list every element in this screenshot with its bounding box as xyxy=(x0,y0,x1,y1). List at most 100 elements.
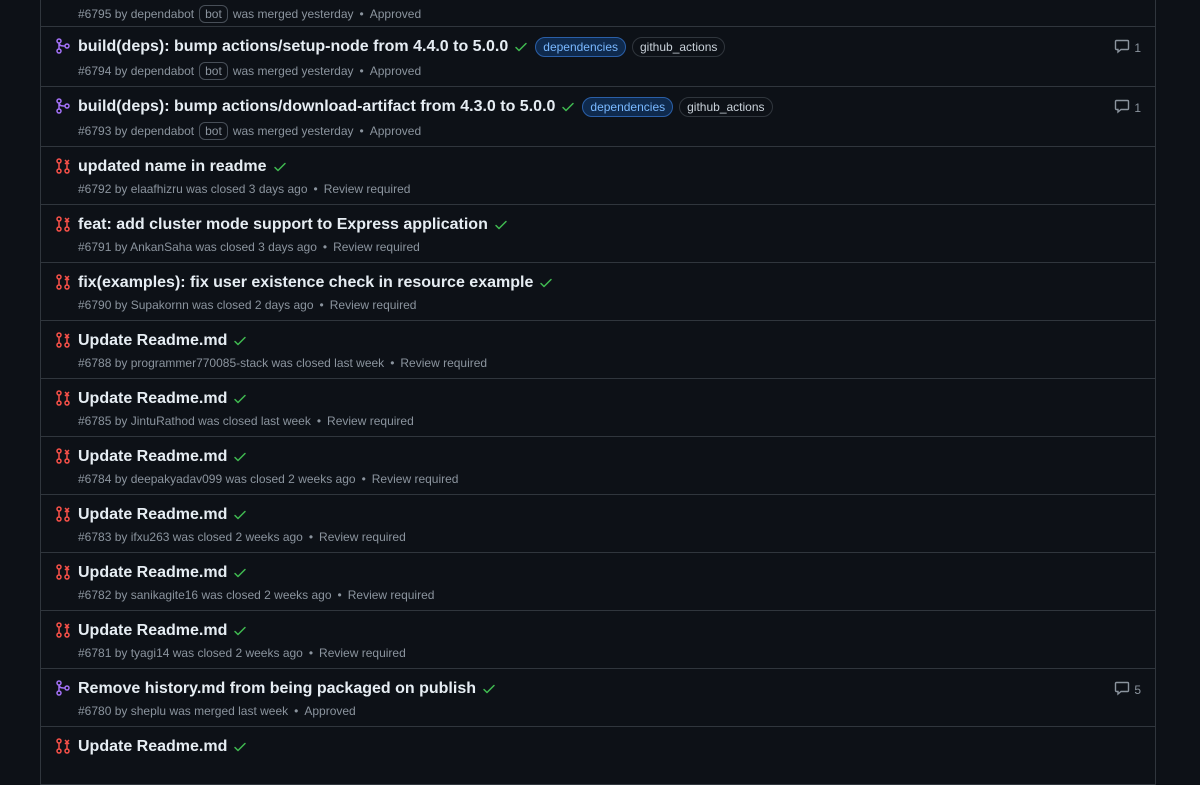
pr-meta: #6781 by tyagi14 was closed 2 weeks ago •… xyxy=(78,646,1139,660)
pr-status: was merged yesterday xyxy=(232,64,354,78)
check-icon[interactable] xyxy=(232,391,248,407)
check-icon[interactable] xyxy=(232,623,248,639)
pr-row[interactable]: Update Readme.md #6781 by tyagi14 was clo… xyxy=(41,611,1155,669)
check-icon[interactable] xyxy=(232,739,248,755)
pr-title[interactable]: feat: add cluster mode support to Expres… xyxy=(78,216,488,234)
check-icon[interactable] xyxy=(560,99,576,115)
review-status[interactable]: Approved xyxy=(370,7,421,21)
label-github-actions[interactable]: github_actions xyxy=(679,97,773,117)
separator-dot: • xyxy=(337,588,342,602)
check-icon[interactable] xyxy=(513,39,529,55)
pr-status: was closed 2 weeks ago xyxy=(172,646,303,660)
pr-author[interactable]: by elaafhizru xyxy=(115,182,183,196)
pr-title[interactable]: Update Readme.md xyxy=(78,506,227,524)
label-dependencies[interactable]: dependencies xyxy=(535,37,626,57)
pr-meta: #6785 by JintuRathod was closed last wee… xyxy=(78,414,1139,428)
pr-row[interactable]: build(deps): bump actions/download-artif… xyxy=(41,87,1155,147)
pr-closed-icon xyxy=(55,332,71,348)
pr-title[interactable]: Update Readme.md xyxy=(78,390,227,408)
pr-title[interactable]: Remove history.md from being packaged on… xyxy=(78,680,476,698)
pr-author[interactable]: by dependabot xyxy=(115,124,194,138)
check-icon[interactable] xyxy=(232,565,248,581)
pr-author[interactable]: by deepakyadav099 xyxy=(115,472,222,486)
review-status[interactable]: Review required xyxy=(324,182,411,196)
review-status[interactable]: Review required xyxy=(372,472,459,486)
comment-count[interactable]: 1 xyxy=(1114,98,1141,117)
pr-row[interactable]: Remove history.md from being packaged on… xyxy=(41,669,1155,727)
check-icon[interactable] xyxy=(272,159,288,175)
review-status[interactable]: Review required xyxy=(333,240,420,254)
pr-title[interactable]: build(deps): bump actions/download-artif… xyxy=(78,98,555,116)
pr-number: #6793 xyxy=(78,124,112,138)
pr-author[interactable]: by tyagi14 xyxy=(115,646,170,660)
review-status[interactable]: Approved xyxy=(304,704,355,718)
review-status[interactable]: Review required xyxy=(327,414,414,428)
pr-number: #6781 xyxy=(78,646,112,660)
review-status[interactable]: Review required xyxy=(319,646,406,660)
pr-row[interactable]: Update Readme.md xyxy=(41,727,1155,785)
pr-title[interactable]: Update Readme.md xyxy=(78,448,227,466)
pr-author[interactable]: by ifxu263 xyxy=(115,530,170,544)
review-status[interactable]: Approved xyxy=(370,124,421,138)
separator-dot: • xyxy=(361,472,366,486)
pr-author[interactable]: by Supakornn xyxy=(115,298,189,312)
comment-count[interactable]: 5 xyxy=(1114,680,1141,699)
pr-number: #6788 xyxy=(78,356,112,370)
check-icon[interactable] xyxy=(232,449,248,465)
check-icon[interactable] xyxy=(538,275,554,291)
pr-status: was closed last week xyxy=(198,414,311,428)
pr-title[interactable]: build(deps): bump actions/setup-node fro… xyxy=(78,38,508,56)
bot-badge: bot xyxy=(199,62,228,80)
pr-merged-icon xyxy=(55,680,71,696)
bot-badge: bot xyxy=(199,5,228,23)
separator-dot: • xyxy=(359,124,364,138)
comment-count-value: 5 xyxy=(1134,682,1141,697)
check-icon[interactable] xyxy=(232,333,248,349)
review-status[interactable]: Approved xyxy=(370,64,421,78)
comment-icon xyxy=(1114,680,1130,699)
review-status[interactable]: Review required xyxy=(400,356,487,370)
review-status[interactable]: Review required xyxy=(330,298,417,312)
pr-number: #6783 xyxy=(78,530,112,544)
pr-row[interactable]: feat: add cluster mode support to Expres… xyxy=(41,205,1155,263)
pr-row[interactable]: Update Readme.md #6783 by ifxu263 was clo… xyxy=(41,495,1155,553)
pr-row[interactable]: Update Readme.md #6788 by programmer77008… xyxy=(41,321,1155,379)
comment-count[interactable]: 1 xyxy=(1114,38,1141,57)
pr-closed-icon xyxy=(55,216,71,232)
check-icon[interactable] xyxy=(493,217,509,233)
pr-author[interactable]: by JintuRathod xyxy=(115,414,195,428)
check-icon[interactable] xyxy=(232,507,248,523)
separator-dot: • xyxy=(359,64,364,78)
pr-closed-icon xyxy=(55,622,71,638)
review-status[interactable]: Review required xyxy=(348,588,435,602)
pr-meta: #6783 by ifxu263 was closed 2 weeks ago •… xyxy=(78,530,1139,544)
pr-row[interactable]: updated name in readme #6792 by elaafhizr… xyxy=(41,147,1155,205)
separator-dot: • xyxy=(313,182,318,196)
pr-row[interactable]: Update Readme.md #6782 by sanikagite16 wa… xyxy=(41,553,1155,611)
pr-meta: #6780 by sheplu was merged last week • App… xyxy=(78,704,1139,718)
pr-author[interactable]: by AnkanSaha xyxy=(115,240,192,254)
pr-author[interactable]: by sanikagite16 xyxy=(115,588,198,602)
pr-row[interactable]: Update Readme.md #6785 by JintuRathod was… xyxy=(41,379,1155,437)
pr-title[interactable]: fix(examples): fix user existence check … xyxy=(78,274,533,292)
review-status[interactable]: Review required xyxy=(319,530,406,544)
label-dependencies[interactable]: dependencies xyxy=(582,97,674,117)
pr-title[interactable]: updated name in readme xyxy=(78,158,267,176)
pr-title[interactable]: Update Readme.md xyxy=(78,738,227,756)
pr-author[interactable]: by dependabot xyxy=(115,7,194,21)
separator-dot: • xyxy=(390,356,395,370)
pr-title[interactable]: Update Readme.md xyxy=(78,622,227,640)
pr-row[interactable]: #6795 by dependabot bot was merged yesterd… xyxy=(41,0,1155,27)
check-icon[interactable] xyxy=(481,681,497,697)
label-github-actions[interactable]: github_actions xyxy=(632,37,726,57)
pr-title[interactable]: Update Readme.md xyxy=(78,564,227,582)
pr-author[interactable]: by programmer770085-stack xyxy=(115,356,268,370)
pr-row[interactable]: fix(examples): fix user existence check … xyxy=(41,263,1155,321)
pr-author[interactable]: by dependabot xyxy=(115,64,194,78)
pr-title[interactable]: Update Readme.md xyxy=(78,332,227,350)
pr-row[interactable]: Update Readme.md #6784 by deepakyadav099 … xyxy=(41,437,1155,495)
pr-row[interactable]: build(deps): bump actions/setup-node fro… xyxy=(41,27,1155,87)
pr-closed-icon xyxy=(55,506,71,522)
separator-dot: • xyxy=(322,240,328,254)
pr-author[interactable]: by sheplu xyxy=(115,704,166,718)
